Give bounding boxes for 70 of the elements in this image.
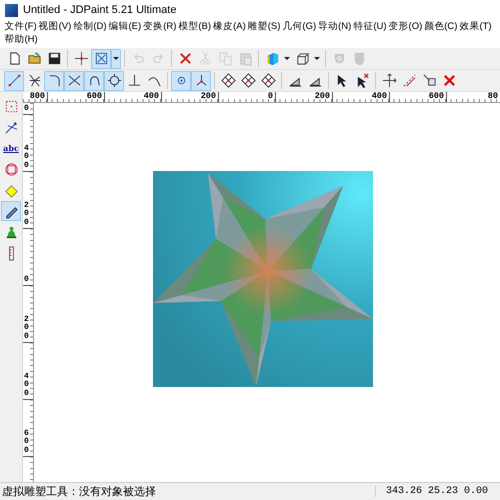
diamond-grid-icon xyxy=(240,73,256,88)
tool-button[interactable]: abc xyxy=(1,138,21,158)
menu-item[interactable]: 模型(B) xyxy=(178,21,212,33)
crosshair-icon xyxy=(74,51,88,66)
intersecting-lines-icon xyxy=(66,73,82,88)
ruler-label: 600 xyxy=(23,430,30,456)
grid-arrow-icon xyxy=(422,73,436,88)
ruler-label: 0 xyxy=(268,92,274,101)
menu-item[interactable]: 视图(V) xyxy=(38,21,72,33)
move-arrows-icon xyxy=(382,73,396,88)
toolbar-button[interactable] xyxy=(64,70,84,90)
radiating-lines-icon xyxy=(26,73,42,88)
caret-icon xyxy=(113,56,119,60)
circle-square-icon xyxy=(4,162,18,176)
toolbar-button[interactable] xyxy=(84,70,104,90)
ruler-label: 600 xyxy=(86,92,103,101)
toolbar-button[interactable] xyxy=(191,70,211,90)
perpendicular-icon xyxy=(126,73,142,88)
window-title: Untitled - JDPaint 5.21 Ultimate xyxy=(23,4,176,16)
status-message: 虚拟雕塑工具：没有对象被选择 xyxy=(2,484,156,499)
tangent-lines-icon xyxy=(4,120,18,134)
menu-item[interactable]: 效果(T) xyxy=(458,21,492,33)
copy-icon xyxy=(218,51,232,66)
menu-item[interactable]: 特征(U) xyxy=(352,21,388,33)
bold-x-icon xyxy=(442,73,456,88)
ruler-label: 400 xyxy=(372,92,388,101)
dotted-rectangle-icon xyxy=(4,98,18,114)
ruler-label: 0 xyxy=(23,105,30,114)
menu-item[interactable]: 导动(N) xyxy=(318,21,352,33)
ruler-label: 600 xyxy=(428,92,445,101)
line-icon xyxy=(6,73,22,88)
menu-item[interactable]: 编辑(E) xyxy=(108,21,142,33)
branching-node-icon xyxy=(194,73,208,88)
menu-item[interactable]: 橡皮(A) xyxy=(212,21,246,33)
ruler-label: 400 xyxy=(144,92,160,101)
wireframe-box-icon xyxy=(294,51,310,66)
toolbar-button[interactable] xyxy=(104,70,124,90)
dropdown-button[interactable] xyxy=(111,48,121,68)
cursor-coordinates: 343.26 25.23 0.00 xyxy=(374,486,488,497)
ruler-label: 200 xyxy=(200,92,217,101)
ruler-label: 200 xyxy=(314,92,331,101)
menu-item[interactable]: 帮助(H) xyxy=(4,34,38,46)
diamond-grid-icon xyxy=(260,73,276,88)
folder-icon xyxy=(26,51,42,66)
circle-node-icon xyxy=(106,73,122,88)
menu-item[interactable]: 雕塑(S) xyxy=(247,21,281,33)
menu-item[interactable]: 变形(O) xyxy=(388,21,423,33)
caret-icon xyxy=(314,56,320,60)
dashed-line-icon xyxy=(402,73,416,88)
menu-item[interactable]: 几何(G) xyxy=(282,21,317,33)
caret-icon xyxy=(284,56,290,60)
boxed-x-icon xyxy=(94,51,108,66)
menu-item[interactable]: 绘制(D) xyxy=(72,21,108,33)
app-logo-icon xyxy=(5,4,18,16)
menu-item[interactable]: 变换(R) xyxy=(142,21,177,33)
ruler-label: 400 xyxy=(23,372,30,399)
ruler-label: 200 xyxy=(23,202,30,228)
menu-item[interactable]: 颜色(C) xyxy=(424,21,458,33)
ruler-label: 800 xyxy=(30,92,46,101)
x-mark-icon xyxy=(178,51,192,66)
ruler-label: 400 xyxy=(23,144,30,171)
clipboard-icon xyxy=(238,51,252,66)
ruler-label: 200 xyxy=(23,316,30,342)
tool-button[interactable] xyxy=(1,201,21,221)
scissors-icon xyxy=(198,51,212,66)
ruler-label: 0 xyxy=(23,276,30,285)
ruler-label: 80 xyxy=(488,92,499,101)
menu-item[interactable]: 文件(F) xyxy=(4,21,38,33)
toolbar-button[interactable] xyxy=(44,70,64,90)
diamond-grid-icon xyxy=(220,73,236,88)
